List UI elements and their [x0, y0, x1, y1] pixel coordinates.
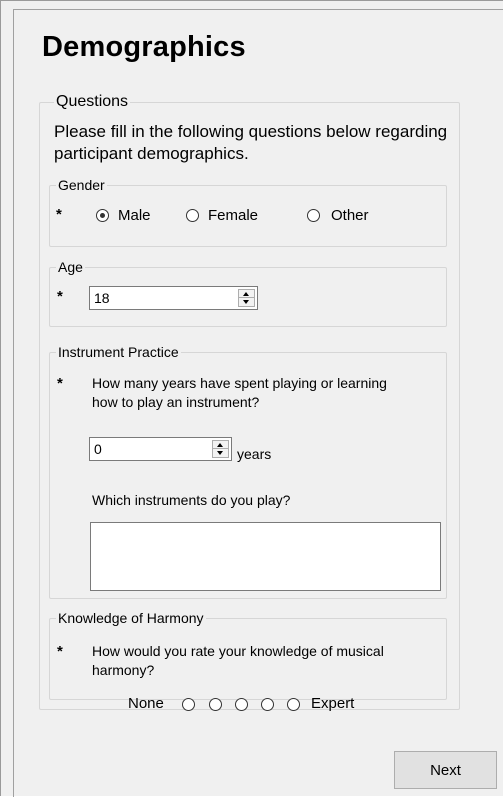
page-title: Demographics — [42, 31, 246, 63]
instrument-years-stepper-buttons[interactable] — [212, 440, 229, 458]
arrow-down-icon — [217, 451, 223, 455]
harmony-rating-4-radio[interactable] — [261, 698, 274, 711]
gender-male-label[interactable]: Male — [118, 207, 151, 224]
intro-text: Please fill in the following questions b… — [54, 122, 448, 163]
gender-other-radio[interactable] — [307, 209, 320, 222]
gender-female-label[interactable]: Female — [208, 207, 258, 224]
age-stepper-buttons[interactable] — [238, 289, 255, 307]
instrument-practice-legend: Instrument Practice — [56, 344, 181, 360]
questions-legend: Questions — [54, 93, 131, 111]
age-increment-button[interactable] — [239, 290, 254, 298]
years-decrement-button[interactable] — [213, 449, 228, 457]
instrument-years-stepper[interactable]: 0 — [89, 437, 232, 461]
required-mark-age: * — [57, 288, 63, 305]
which-instruments-question: Which instruments do you play? — [92, 492, 291, 508]
years-unit-label: years — [237, 446, 272, 462]
gender-male-radio[interactable] — [96, 209, 109, 222]
harmony-rating-5-radio[interactable] — [287, 698, 300, 711]
required-mark-gender: * — [56, 206, 62, 223]
arrow-down-icon — [243, 300, 249, 304]
age-stepper[interactable]: 18 — [89, 286, 258, 310]
required-mark-instrument: * — [57, 375, 63, 392]
gender-legend: Gender — [56, 177, 107, 193]
age-value: 18 — [94, 290, 110, 306]
harmony-question: How would you rate your knowledge of mus… — [92, 643, 384, 678]
age-decrement-button[interactable] — [239, 298, 254, 306]
form-window: Demographics Questions Please fill in th… — [0, 0, 503, 797]
harmony-legend: Knowledge of Harmony — [56, 610, 206, 626]
instrument-years-value: 0 — [94, 441, 102, 457]
harmony-rating-2-radio[interactable] — [209, 698, 222, 711]
gender-other-label[interactable]: Other — [331, 207, 369, 224]
harmony-rating-3-radio[interactable] — [235, 698, 248, 711]
age-legend: Age — [56, 259, 85, 275]
years-increment-button[interactable] — [213, 441, 228, 449]
arrow-up-icon — [217, 443, 223, 447]
instrument-years-question: How many years have spent playing or lea… — [92, 375, 387, 410]
required-mark-harmony: * — [57, 643, 63, 660]
next-button[interactable]: Next — [394, 751, 497, 789]
harmony-max-label: Expert — [311, 695, 355, 712]
instruments-textarea[interactable] — [90, 522, 441, 591]
gender-female-radio[interactable] — [186, 209, 199, 222]
arrow-up-icon — [243, 292, 249, 296]
harmony-min-label: None — [128, 695, 164, 712]
harmony-rating-1-radio[interactable] — [182, 698, 195, 711]
